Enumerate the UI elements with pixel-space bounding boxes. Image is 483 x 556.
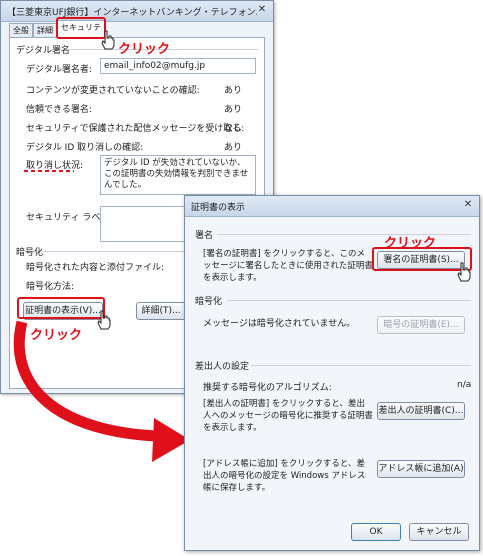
algorithm-value: n/a [457, 380, 472, 390]
red-arrow-icon [13, 320, 190, 462]
revocation-check-value: あり [224, 143, 243, 153]
group-encryption: 暗号化 [16, 248, 44, 258]
tab-general[interactable]: 全般 [9, 23, 33, 38]
title-bar: 【三菱東京UFJ銀行】インターネットバンキング・テレフォンバンキング指定 ✕ [1, 1, 273, 22]
section-encryption: 暗号化 [195, 297, 223, 307]
encryption-description: メッセージは暗号化されていません。 [203, 319, 356, 329]
click-label: クリック [118, 42, 171, 57]
content-unchanged-label: コンテンツが変更されていないことの確認: [26, 86, 200, 96]
divider [251, 365, 471, 366]
signature-description: [署名の証明書] をクリックすると、このメッセージに署名したときに使用された証明… [203, 249, 373, 283]
trusted-signature-value: あり [224, 105, 243, 115]
ok-button[interactable]: OK [351, 523, 401, 541]
secure-receipt-label: セキュリティで保護された配信メッセージを受け取る: [26, 124, 245, 134]
highlight-view-cert-button [17, 297, 105, 319]
dialog-title: 証明書の表示 [191, 203, 246, 213]
encryption-certificate-button[interactable]: 暗号の証明書(E)... [377, 316, 465, 334]
revoke-status-text: デジタル ID が失効されていないか、この証明書の失効情報を判別できませんでした… [100, 155, 256, 195]
divider [227, 300, 471, 301]
trusted-signature-label: 信頼できる署名: [26, 105, 92, 115]
sender-certificate-button[interactable]: 差出人の証明書(C)... [377, 402, 465, 420]
addressbook-description: [アドレス帳に追加] をクリックすると、差出人の暗号化の設定を Windows … [203, 459, 366, 493]
encryption-method-label: 暗号化方法: [26, 282, 75, 292]
algorithm-label: 推奨する暗号化のアルゴリズム: [203, 383, 332, 393]
secure-receipt-value: なし [224, 124, 243, 134]
tab-details[interactable]: 詳細 [33, 23, 57, 38]
encrypted-content-label: 暗号化された内容と添付ファイル: [26, 263, 165, 273]
hand-cursor-icon [101, 30, 115, 50]
close-icon[interactable]: ✕ [461, 199, 475, 211]
highlight-security-tab [56, 17, 106, 39]
window-title: 【三菱東京UFJ銀行】インターネットバンキング・テレフォンバンキング指定 [7, 8, 257, 18]
revocation-check-label: デジタル ID 取り消しの確認: [26, 143, 144, 153]
close-icon[interactable]: ✕ [255, 4, 269, 16]
add-to-addressbook-button[interactable]: アドレス帳に追加(A) [377, 460, 465, 478]
cancel-button[interactable]: キャンセル [409, 523, 469, 541]
section-sender: 差出人の設定 [195, 362, 250, 372]
content-unchanged-value: あり [224, 86, 243, 96]
title-bar: 証明書の表示 ✕ [185, 196, 479, 217]
dashed-underline [24, 170, 74, 172]
signer-field[interactable]: email_info02@mufg.jp [100, 58, 256, 74]
group-digital-signature: デジタル署名 [16, 46, 70, 56]
sender-description: [差出人の証明書] をクリックすると、差出人へのメッセージの暗号化に推奨する証明… [203, 399, 373, 433]
section-signature: 署名 [195, 231, 214, 241]
signer-label: デジタル署名者: [26, 65, 92, 75]
hand-cursor-icon [457, 262, 471, 282]
